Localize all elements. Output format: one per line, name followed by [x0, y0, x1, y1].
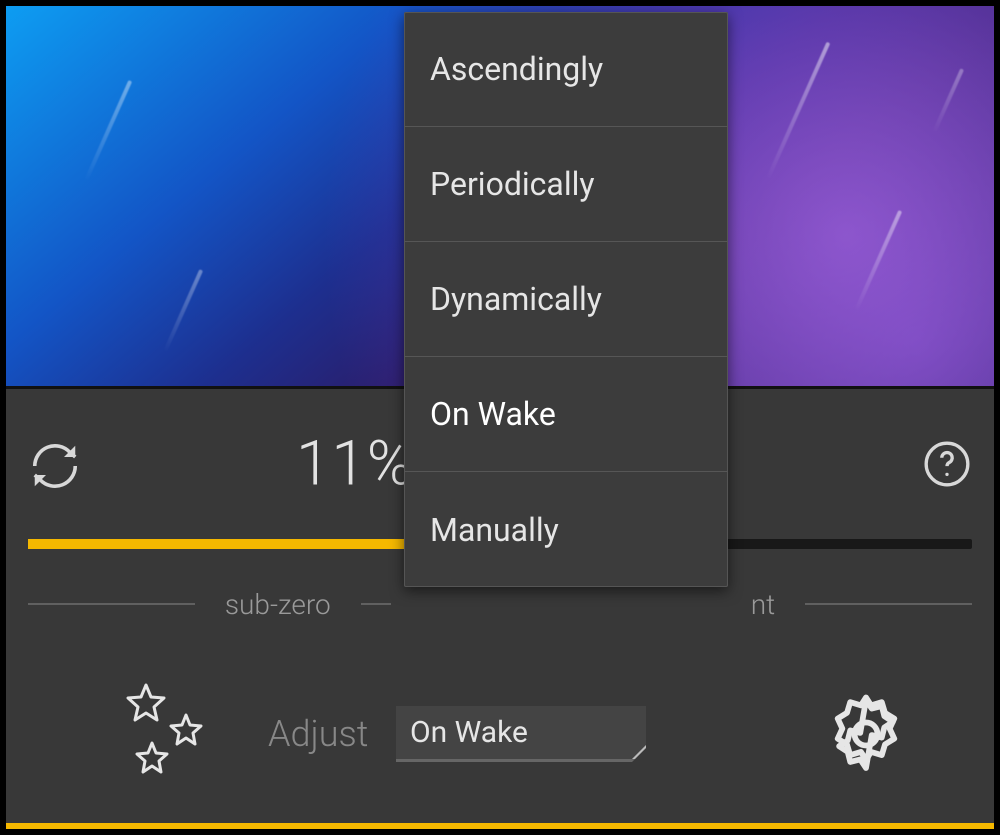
streak-decoration: [84, 80, 132, 182]
dropdown-item-ascendingly[interactable]: Ascendingly: [404, 12, 728, 127]
adjust-label: Adjust: [268, 713, 368, 755]
accent-bar: [6, 823, 994, 829]
divider: [28, 603, 195, 605]
adjust-spinner-value: On Wake: [410, 715, 528, 750]
stars-icon[interactable]: [116, 679, 226, 789]
slider-label-right: nt: [721, 588, 805, 621]
streak-decoration: [932, 68, 964, 134]
streak-decoration: [854, 210, 902, 312]
adjust-dropdown: Ascendingly Periodically Dynamically On …: [404, 12, 728, 587]
dropdown-item-dynamically[interactable]: Dynamically: [404, 242, 728, 357]
slider-fill: [28, 539, 415, 549]
dropdown-item-label: Periodically: [430, 165, 595, 203]
adjust-spinner[interactable]: On Wake: [396, 706, 646, 762]
dropdown-item-label: Manually: [430, 511, 559, 549]
dropdown-item-label: Dynamically: [430, 280, 602, 318]
divider: [361, 603, 391, 605]
gear-icon[interactable]: [823, 691, 909, 777]
percent-value: 11%: [296, 428, 414, 501]
dropdown-item-manually[interactable]: Manually: [404, 472, 728, 587]
dropdown-item-periodically[interactable]: Periodically: [404, 127, 728, 242]
refresh-icon[interactable]: [28, 439, 82, 493]
help-icon[interactable]: [922, 439, 972, 489]
streak-decoration: [163, 269, 203, 353]
dropdown-item-label: Ascendingly: [430, 50, 603, 88]
dropdown-item-label: On Wake: [430, 395, 556, 433]
slider-label-left: sub-zero: [195, 588, 361, 621]
bottom-row: Adjust On Wake: [6, 669, 994, 799]
dropdown-item-on-wake[interactable]: On Wake: [404, 357, 728, 472]
streak-decoration: [766, 42, 831, 181]
divider: [805, 603, 972, 605]
